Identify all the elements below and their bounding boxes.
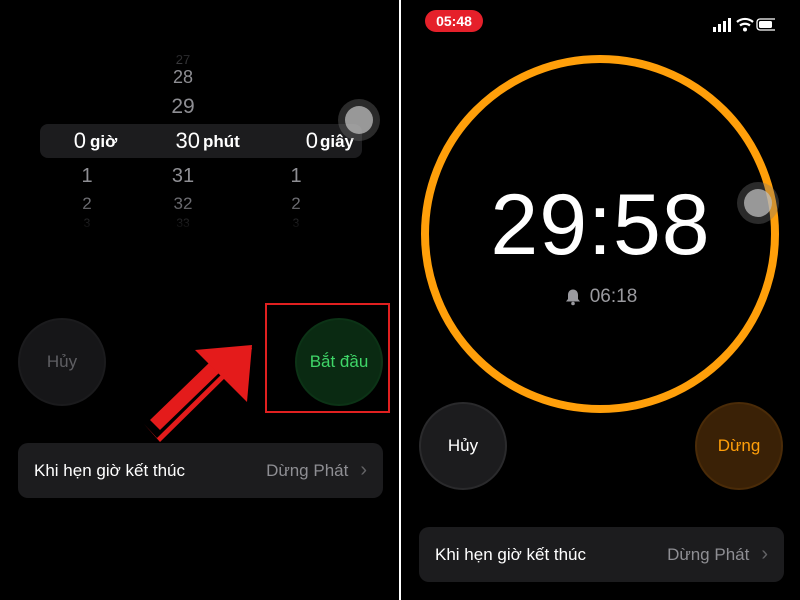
bell-icon bbox=[565, 289, 580, 306]
when-timer-ends-label: Khi hẹn giờ kết thúc bbox=[34, 460, 186, 480]
when-timer-ends-value: Dừng Phát bbox=[266, 460, 349, 480]
assistive-touch-icon[interactable] bbox=[737, 182, 779, 224]
chevron-right-icon: › bbox=[761, 543, 768, 565]
alarm-end-time-value: 06:18 bbox=[589, 286, 638, 307]
when-timer-ends-row[interactable]: Khi hẹn giờ kết thúc Dừng Phát › bbox=[419, 527, 784, 582]
timer-running-screen: 05:48 29:58 06:18 Hủy Dừng Khi hẹn giờ k… bbox=[401, 0, 800, 600]
arrow-pointer-icon bbox=[144, 345, 252, 442]
timer-setup-screen: 0 giờ 1 2 3 27 28 29 30 phút 31 32 33 0 … bbox=[0, 0, 399, 600]
cancel-button-label: Hủy bbox=[447, 436, 479, 455]
chevron-right-icon: › bbox=[360, 459, 367, 481]
cancel-button[interactable]: Hủy bbox=[419, 402, 507, 490]
pause-button[interactable]: Dừng bbox=[695, 402, 783, 490]
pause-button-label: Dừng bbox=[717, 436, 761, 455]
when-timer-ends-label: Khi hẹn giờ kết thúc bbox=[435, 544, 587, 564]
when-timer-ends-value: Dừng Phát bbox=[667, 544, 750, 564]
when-timer-ends-row[interactable]: Khi hẹn giờ kết thúc Dừng Phát › bbox=[18, 443, 383, 498]
alarm-end-time: 06:18 bbox=[401, 286, 800, 308]
